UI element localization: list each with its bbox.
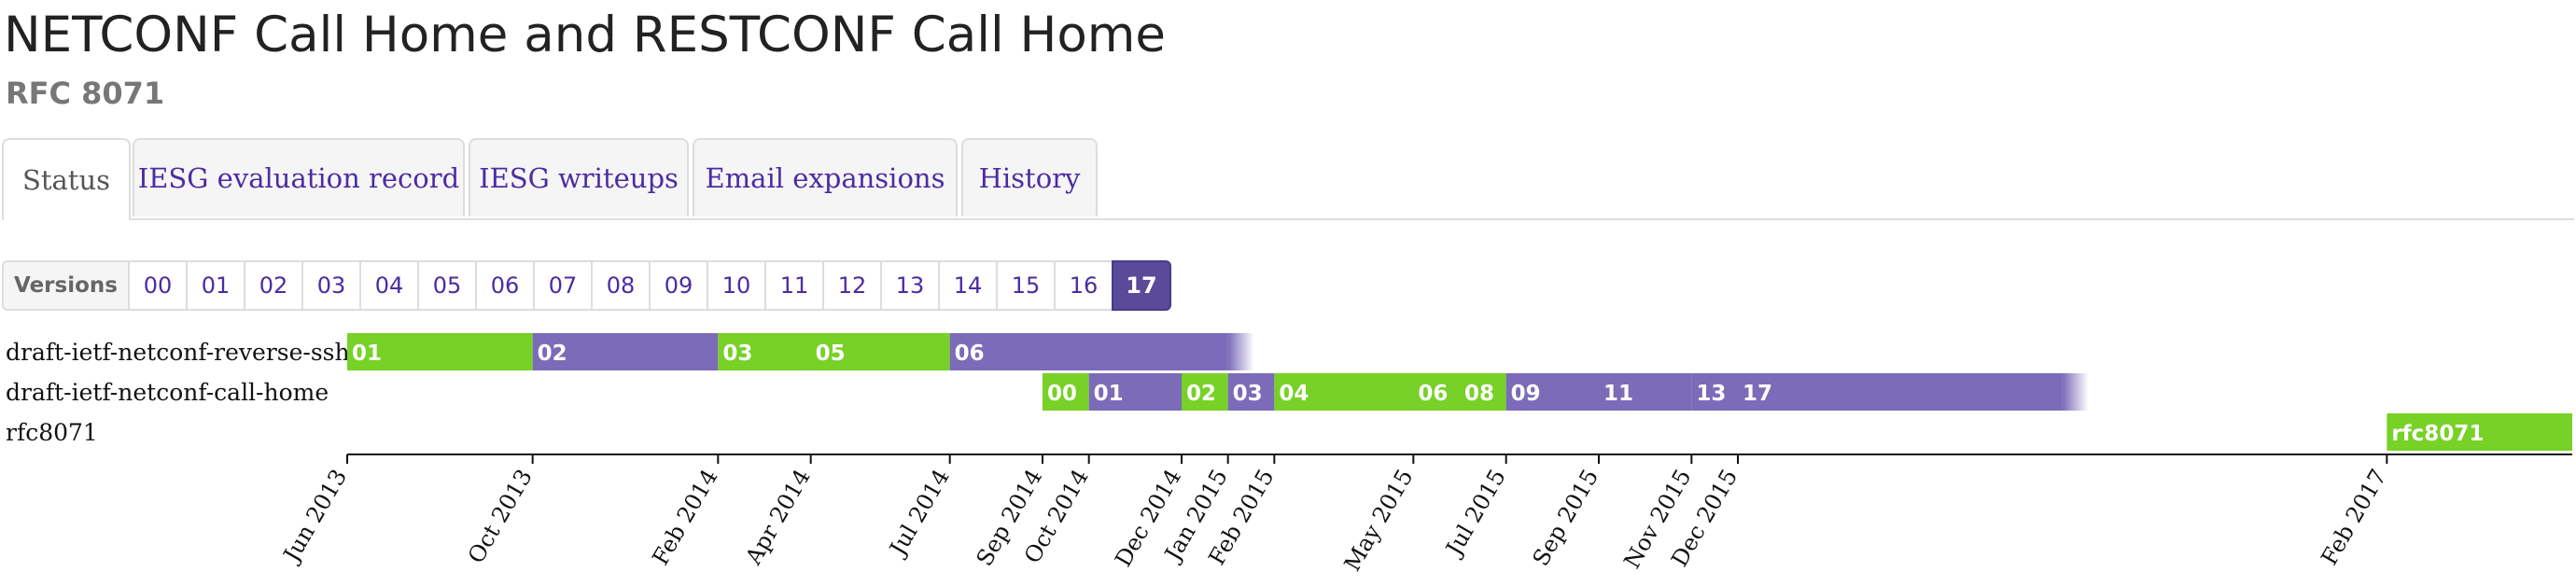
version-link-06[interactable]: 06 (475, 260, 535, 311)
timeline-segment-label: 06 (1418, 382, 1448, 406)
timeline-segment-label: 02 (1186, 382, 1216, 406)
timeline-segment-label: 01 (352, 342, 382, 366)
timeline-segment-label: 02 (538, 342, 567, 366)
timeline-segment[interactable]: 06 (1413, 373, 1460, 411)
timeline-segment[interactable]: 01 (347, 333, 533, 370)
timeline-segment-label: 08 (1464, 382, 1494, 406)
version-link-05[interactable]: 05 (417, 260, 477, 311)
timeline-row-label: draft-ietf-netconf-call-home (6, 379, 329, 406)
document-tabs: Status IESG evaluation record IESG write… (2, 138, 2574, 220)
timeline-tick-label: Sep 2015 (1528, 465, 1604, 570)
version-link-07[interactable]: 07 (533, 260, 593, 311)
timeline-segment[interactable]: 04 (1274, 373, 1414, 411)
version-current-17: 17 (1112, 260, 1171, 311)
timeline-tick-label: Jul 2015 (1439, 465, 1510, 562)
timeline-segment[interactable]: 02 (532, 333, 719, 370)
timeline-segment[interactable]: 09 (1505, 373, 1599, 411)
timeline-segment-label: 09 (1511, 382, 1541, 406)
timeline-segment-label: 17 (1743, 382, 1772, 406)
revision-timeline: draft-ietf-netconf-reverse-ssh0102030405… (6, 333, 2572, 576)
timeline-segment[interactable]: 00 (1043, 373, 1089, 411)
version-link-15[interactable]: 15 (996, 260, 1056, 311)
timeline-tick-label: May 2015 (1339, 465, 1419, 576)
version-link-01[interactable]: 01 (186, 260, 245, 311)
timeline-segment-label: 00 (1047, 382, 1077, 406)
version-link-00[interactable]: 00 (128, 260, 188, 311)
timeline-segment-fade (2062, 373, 2089, 411)
version-link-11[interactable]: 11 (764, 260, 824, 311)
timeline-segment-label: 13 (1696, 382, 1726, 406)
version-link-03[interactable]: 03 (301, 260, 361, 311)
tab-history[interactable]: History (961, 138, 1098, 216)
timeline-segment-label: rfc8071 (2391, 422, 2484, 446)
timeline-segment[interactable]: 02 (1182, 373, 1228, 411)
version-link-13[interactable]: 13 (880, 260, 940, 311)
timeline-segment-bar[interactable] (1738, 373, 2063, 411)
timeline-tick-label: Apr 2014 (740, 465, 816, 570)
timeline-tick-label: Feb 2017 (2316, 465, 2391, 569)
page-title: NETCONF Call Home and RESTCONF Call Home (4, 7, 1167, 63)
timeline-tick-label: Jul 2014 (883, 465, 954, 562)
tab-email-expansions[interactable]: Email expansions (693, 138, 958, 216)
page-subtitle: RFC 8071 (6, 76, 165, 111)
version-link-10[interactable]: 10 (707, 260, 766, 311)
versions-label: Versions (2, 260, 130, 311)
timeline-segment-fade (1227, 333, 1254, 370)
timeline-segment-label: 06 (955, 342, 985, 366)
timeline-segment[interactable]: 05 (810, 333, 950, 370)
timeline-row-label: rfc8071 (6, 419, 98, 446)
version-link-08[interactable]: 08 (591, 260, 651, 311)
timeline-tick-label: Oct 2013 (463, 465, 538, 568)
version-link-12[interactable]: 12 (822, 260, 882, 311)
timeline-segment-label: 05 (816, 342, 846, 366)
timeline-segment-label: 03 (1233, 382, 1263, 406)
timeline-tick-label: Jun 2013 (277, 465, 352, 568)
version-link-02[interactable]: 02 (244, 260, 303, 311)
timeline-segment[interactable]: 08 (1460, 373, 1506, 411)
version-link-16[interactable]: 16 (1054, 260, 1113, 311)
tab-iesg-writeups[interactable]: IESG writeups (469, 138, 689, 216)
timeline-segment-label: 11 (1603, 382, 1633, 406)
timeline-segment[interactable]: 06 (949, 333, 1254, 370)
version-link-14[interactable]: 14 (938, 260, 998, 311)
version-link-09[interactable]: 09 (649, 260, 708, 311)
timeline-segment[interactable]: 01 (1088, 373, 1182, 411)
timeline-tick-label: Feb 2014 (647, 465, 722, 569)
tab-status[interactable]: Status (2, 138, 131, 220)
timeline-segment[interactable]: 17 (1738, 373, 2089, 411)
timeline-segment[interactable]: 03 (1227, 373, 1275, 411)
timeline-segment-bar[interactable] (949, 333, 1228, 370)
timeline-segment[interactable]: rfc8071 (2387, 413, 2572, 451)
timeline-segment-label: 01 (1094, 382, 1124, 406)
timeline-segment[interactable]: 03 (718, 333, 811, 370)
version-link-04[interactable]: 04 (359, 260, 419, 311)
version-selector: Versions 00 01 02 03 04 05 06 07 08 09 1… (2, 260, 1171, 311)
timeline-segment-label: 03 (722, 342, 752, 366)
timeline-segment-label: 04 (1279, 382, 1309, 406)
timeline-segment[interactable]: 11 (1599, 373, 1692, 411)
tab-iesg-evaluation-record[interactable]: IESG evaluation record (133, 138, 465, 216)
timeline-row-label: draft-ietf-netconf-reverse-ssh (6, 339, 350, 366)
timeline-segment[interactable]: 13 (1691, 373, 1738, 411)
